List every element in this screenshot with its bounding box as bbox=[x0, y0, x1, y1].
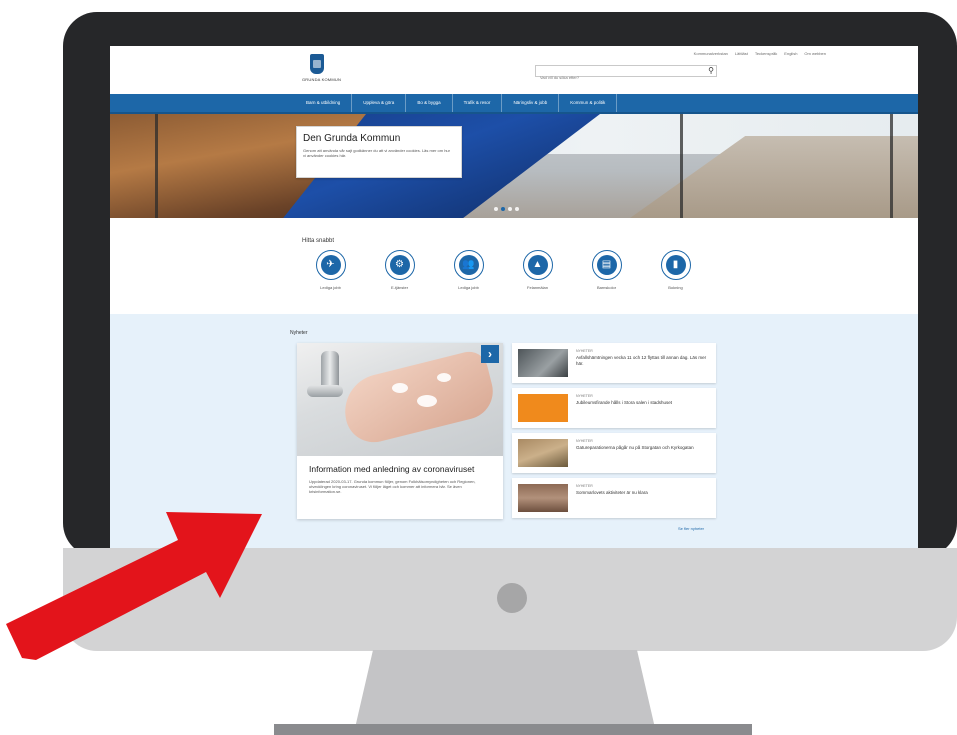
carousel-dot[interactable] bbox=[508, 207, 512, 211]
soap-foam bbox=[392, 383, 408, 393]
quick-link[interactable]: ▤ Barnskolor bbox=[572, 250, 641, 290]
featured-news-image: › bbox=[297, 343, 503, 456]
news-item-title: Gatureparationerna pågår nu på Storgatan… bbox=[576, 445, 694, 450]
news-tag: Nyheter bbox=[576, 484, 593, 488]
calendar-icon: ▮ bbox=[665, 255, 686, 275]
news-thumbnail bbox=[518, 394, 568, 422]
carousel-dot[interactable] bbox=[515, 207, 519, 211]
quick-link[interactable]: ⚙ E-tjänster bbox=[365, 250, 434, 290]
people-icon: 👥 bbox=[458, 255, 479, 275]
news-thumbnail bbox=[518, 349, 568, 377]
nav-item[interactable]: Uppleva & göra bbox=[352, 94, 407, 112]
soap-foam bbox=[417, 395, 437, 407]
search-icon[interactable]: ⚲ bbox=[708, 66, 714, 76]
hero-card: Den Grunda Kommun Genom att använda vår … bbox=[296, 126, 462, 178]
soap-foam bbox=[437, 373, 451, 382]
quick-links: ✈ Lediga jobb ⚙ E-tjänster 👥 Lediga jobb… bbox=[296, 250, 710, 290]
logo-text: GRUNDA KOMMUN bbox=[302, 77, 342, 82]
featured-news-text: Uppdaterad 2020-03-17. Grunda kommun föl… bbox=[309, 479, 476, 495]
carousel-dot[interactable] bbox=[494, 207, 498, 211]
hero-mast bbox=[155, 114, 158, 218]
nav-item[interactable]: Trafik & resor bbox=[453, 94, 503, 112]
hero-mast bbox=[680, 114, 683, 218]
nav-item[interactable]: Kommun & politik bbox=[559, 94, 618, 112]
news-list: Nyheter Avfallshämtningen vecka 11 och 1… bbox=[512, 343, 716, 519]
quick-link[interactable]: ▮ Bokning bbox=[641, 250, 710, 290]
red-arrow-icon bbox=[6, 512, 262, 660]
carousel-dots bbox=[494, 207, 519, 211]
quick-link-label: Lediga jobb bbox=[458, 285, 479, 290]
nav-item[interactable]: Näringsliv & jobb bbox=[502, 94, 560, 112]
news-list-item[interactable]: Nyheter Avfallshämtningen vecka 11 och 1… bbox=[512, 343, 716, 383]
news-heading: Nyheter bbox=[290, 330, 308, 336]
nav-item[interactable]: Barn & utbildning bbox=[295, 94, 353, 112]
news-tag: Nyheter bbox=[576, 349, 593, 353]
news-tag: Nyheter bbox=[576, 439, 593, 443]
monitor-stand-base bbox=[274, 724, 752, 735]
faucet-spout-shape bbox=[307, 385, 343, 397]
quick-link[interactable]: 👥 Lediga jobb bbox=[434, 250, 503, 290]
news-list-item[interactable]: Nyheter Jubileumsfirande hålls i Stora s… bbox=[512, 388, 716, 428]
carousel-dot-active[interactable] bbox=[501, 207, 505, 211]
news-item-title: Avfallshämtningen vecka 11 och 12 flytta… bbox=[576, 355, 707, 366]
utility-links: Kommunalverkstan Lättläst Teckenspråk En… bbox=[694, 51, 826, 56]
quick-link[interactable]: ▲ Felanmälan bbox=[503, 250, 572, 290]
utility-link[interactable]: Kommunalverkstan bbox=[694, 51, 728, 56]
power-button bbox=[497, 583, 527, 613]
quick-link-label: Bokning bbox=[668, 285, 683, 290]
news-list-item[interactable]: Nyheter Gatureparationerna pågår nu på S… bbox=[512, 433, 716, 473]
main-navigation: Barn & utbildning Uppleva & göra Bo & by… bbox=[110, 94, 918, 114]
news-tag: Nyheter bbox=[576, 394, 593, 398]
gear-icon: ⚙ bbox=[389, 255, 410, 275]
hero-text: Genom att använda vår sajt godkänner du … bbox=[303, 148, 450, 158]
see-all-news-link[interactable]: Se fler nyheter bbox=[678, 526, 704, 531]
quick-link-label: Felanmälan bbox=[527, 285, 548, 290]
browser-screen: Kommunalverkstan Lättläst Teckenspråk En… bbox=[110, 46, 918, 548]
news-thumbnail bbox=[518, 484, 568, 512]
hero-banner: Den Grunda Kommun Genom att använda vår … bbox=[110, 114, 918, 218]
quick-link-label: E-tjänster bbox=[390, 285, 409, 290]
utility-link[interactable]: Lättläst bbox=[735, 51, 748, 56]
featured-news-card[interactable]: › Information med anledning av coronavir… bbox=[297, 343, 503, 519]
monitor-stand bbox=[355, 650, 655, 728]
featured-news-title[interactable]: Information med anledning av coronavirus… bbox=[309, 464, 495, 474]
news-item-title: Sommarlovets aktiviteter är nu klara bbox=[576, 490, 648, 495]
search-input[interactable] bbox=[536, 72, 690, 83]
search-box: ⚲ bbox=[535, 65, 717, 83]
chevron-right-icon[interactable]: › bbox=[481, 345, 499, 363]
news-list-item[interactable]: Nyheter Sommarlovets aktiviteter är nu k… bbox=[512, 478, 716, 518]
quick-link-label: Barnskolor bbox=[596, 285, 617, 290]
utility-link[interactable]: Om webben bbox=[804, 51, 826, 56]
news-item-title: Jubileumsfirande hålls i Stora salen i s… bbox=[576, 400, 673, 405]
hero-mast bbox=[890, 114, 893, 218]
utility-link[interactable]: Teckenspråk bbox=[755, 51, 777, 56]
news-thumbnail bbox=[518, 439, 568, 467]
municipality-logo[interactable] bbox=[310, 54, 324, 74]
quick-links-title: Hitta snabbt bbox=[302, 238, 335, 244]
nav-item[interactable]: Bo & bygga bbox=[406, 94, 453, 112]
quick-link[interactable]: ✈ Lediga jobb bbox=[296, 250, 365, 290]
quick-link-label: Lediga jobb bbox=[320, 285, 341, 290]
document-icon: ▤ bbox=[596, 255, 617, 275]
briefcase-icon: ✈ bbox=[320, 255, 341, 275]
utility-link[interactable]: English bbox=[784, 51, 797, 56]
hero-title: Den Grunda Kommun bbox=[303, 133, 401, 144]
warning-icon: ▲ bbox=[527, 255, 548, 275]
